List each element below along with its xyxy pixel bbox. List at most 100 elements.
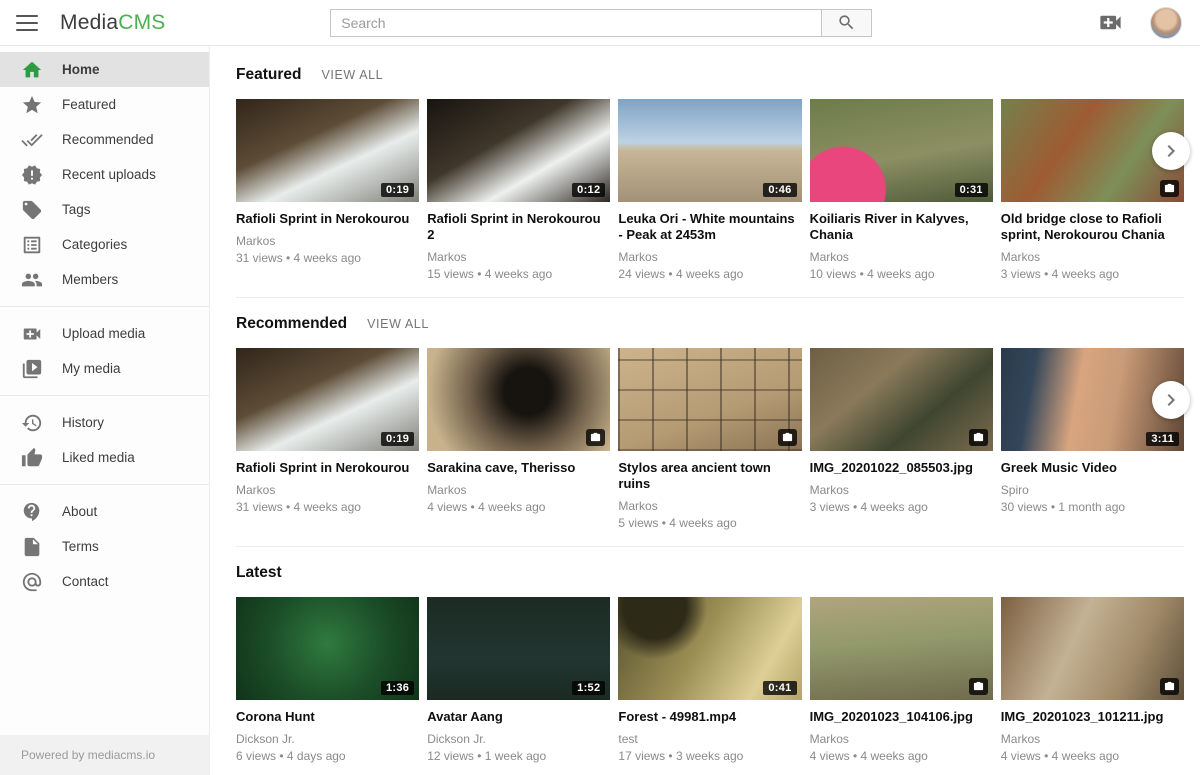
sidebar-item-label: Recent uploads bbox=[62, 167, 156, 182]
media-title[interactable]: Rafioli Sprint in Nerokourou bbox=[236, 460, 419, 476]
media-card[interactable]: 0:12 Rafioli Sprint in Nerokourou 2 Markos… bbox=[427, 99, 610, 281]
media-title[interactable]: Greek Music Video bbox=[1001, 460, 1184, 476]
media-card[interactable]: IMG_20201022_085503.jpgMarkos3 views • 4… bbox=[810, 348, 993, 530]
sidebar-item-label: Contact bbox=[62, 574, 109, 589]
media-author[interactable]: Markos bbox=[810, 250, 993, 264]
media-author[interactable]: Markos bbox=[1001, 250, 1184, 264]
media-meta: 15 views • 4 weeks ago bbox=[427, 267, 610, 281]
media-author[interactable]: Spiro bbox=[1001, 483, 1184, 497]
media-title[interactable]: Rafioli Sprint in Nerokourou 2 bbox=[427, 211, 610, 243]
media-title[interactable]: Koiliaris River in Kalyves, Chania bbox=[810, 211, 993, 243]
media-thumbnail[interactable]: 0:19 bbox=[236, 348, 419, 451]
media-title[interactable]: IMG_20201023_104106.jpg bbox=[810, 709, 993, 725]
star-icon bbox=[21, 94, 43, 116]
sidebar-item-recent-uploads[interactable]: Recent uploads bbox=[0, 157, 209, 192]
media-card[interactable]: 0:41Forest - 49981.mp4test17 views • 3 w… bbox=[618, 597, 801, 763]
sidebar-item-featured[interactable]: Featured bbox=[0, 87, 209, 122]
logo[interactable]: MediaCMS bbox=[60, 11, 165, 35]
sidebar-item-tags[interactable]: Tags bbox=[0, 192, 209, 227]
media-title[interactable]: Rafioli Sprint in Nerokourou bbox=[236, 211, 419, 227]
media-title[interactable]: Sarakina cave, Therisso bbox=[427, 460, 610, 476]
media-author[interactable]: test bbox=[618, 732, 801, 746]
media-meta: 12 views • 1 week ago bbox=[427, 749, 610, 763]
media-thumbnail[interactable]: 0:19 bbox=[236, 99, 419, 202]
media-title[interactable]: Leuka Ori - White mountains - Peak at 24… bbox=[618, 211, 801, 243]
media-thumbnail[interactable]: 0:31 bbox=[810, 99, 993, 202]
media-author[interactable]: Markos bbox=[427, 483, 610, 497]
media-card[interactable]: IMG_20201023_104106.jpg Markos 4 views • 4… bbox=[810, 597, 993, 763]
media-meta: 4 views • 4 weeks ago bbox=[810, 749, 993, 763]
media-thumbnail[interactable]: 0:12 bbox=[427, 99, 610, 202]
sidebar-item-history[interactable]: History bbox=[0, 405, 209, 440]
view-all-link[interactable]: VIEW ALL bbox=[367, 317, 429, 331]
media-thumbnail[interactable] bbox=[1001, 597, 1184, 700]
upload-media-button[interactable] bbox=[1097, 9, 1124, 36]
home-icon bbox=[21, 59, 43, 81]
media-card[interactable]: Sarakina cave, TherissoMarkos4 views • 4… bbox=[427, 348, 610, 530]
media-card[interactable]: 0:31 Koiliaris River in Kalyves, Chania Ma… bbox=[810, 99, 993, 281]
sidebar-item-recommended[interactable]: Recommended bbox=[0, 122, 209, 157]
sidebar-item-contact[interactable]: Contact bbox=[0, 564, 209, 599]
media-thumbnail[interactable] bbox=[810, 348, 993, 451]
media-card[interactable]: Old bridge close to Rafioli sprint, Nero… bbox=[1001, 99, 1184, 281]
sidebar-item-categories[interactable]: Categories bbox=[0, 227, 209, 262]
media-thumbnail[interactable]: 1:36 bbox=[236, 597, 419, 700]
media-author[interactable]: Markos bbox=[618, 499, 801, 513]
photo-camera-icon bbox=[969, 678, 988, 695]
sidebar-item-terms[interactable]: Terms bbox=[0, 529, 209, 564]
view-all-link[interactable]: VIEW ALL bbox=[321, 68, 383, 82]
media-card[interactable]: IMG_20201023_101211.jpgMarkos4 views • 4… bbox=[1001, 597, 1184, 763]
media-title[interactable]: Forest - 49981.mp4 bbox=[618, 709, 801, 725]
media-thumbnail[interactable]: 0:46 bbox=[618, 99, 801, 202]
media-card[interactable]: 0:19Rafioli Sprint in NerokourouMarkos31… bbox=[236, 348, 419, 530]
sidebar-item-home[interactable]: Home bbox=[0, 52, 209, 87]
media-author[interactable]: Markos bbox=[236, 483, 419, 497]
photo-camera-icon bbox=[1160, 678, 1179, 695]
media-card[interactable]: 1:36Corona HuntDickson Jr.6 views • 4 da… bbox=[236, 597, 419, 763]
media-thumbnail[interactable] bbox=[810, 597, 993, 700]
user-avatar[interactable] bbox=[1150, 7, 1182, 39]
carousel-next-button[interactable] bbox=[1152, 132, 1190, 170]
top-header: MediaCMS bbox=[0, 0, 1200, 46]
media-title[interactable]: Corona Hunt bbox=[236, 709, 419, 725]
section-recommended: Recommended VIEW ALL 0:19Rafioli Sprint … bbox=[236, 315, 1184, 547]
media-title[interactable]: IMG_20201022_085503.jpg bbox=[810, 460, 993, 476]
hamburger-menu-button[interactable] bbox=[16, 15, 38, 31]
media-author[interactable]: Markos bbox=[618, 250, 801, 264]
media-title[interactable]: IMG_20201023_101211.jpg bbox=[1001, 709, 1184, 725]
sidebar-item-my-media[interactable]: My media bbox=[0, 351, 209, 386]
duration-badge: 0:19 bbox=[381, 432, 414, 446]
carousel-next-button[interactable] bbox=[1152, 381, 1190, 419]
media-card[interactable]: Stylos area ancient town ruins Markos 5 vi… bbox=[618, 348, 801, 530]
media-author[interactable]: Markos bbox=[427, 250, 610, 264]
media-author[interactable]: Markos bbox=[1001, 732, 1184, 746]
media-thumbnail[interactable] bbox=[618, 348, 801, 451]
search-input[interactable] bbox=[330, 9, 822, 37]
media-thumbnail[interactable] bbox=[427, 348, 610, 451]
media-card[interactable]: 3:11Greek Music VideoSpiro30 views • 1 m… bbox=[1001, 348, 1184, 530]
media-card[interactable]: 1:52 Avatar Aang Dickson Jr. 12 views • 1 w… bbox=[427, 597, 610, 763]
sidebar-item-liked-media[interactable]: Liked media bbox=[0, 440, 209, 475]
sidebar-item-upload-media[interactable]: Upload media bbox=[0, 316, 209, 351]
chevron-right-icon bbox=[1159, 139, 1183, 163]
sidebar-item-about[interactable]: About bbox=[0, 494, 209, 529]
media-card[interactable]: 0:19Rafioli Sprint in NerokourouMarkos31… bbox=[236, 99, 419, 281]
sidebar-item-label: History bbox=[62, 415, 104, 430]
search-button[interactable] bbox=[822, 9, 872, 37]
media-author[interactable]: Markos bbox=[236, 234, 419, 248]
media-title[interactable]: Avatar Aang bbox=[427, 709, 610, 725]
media-title[interactable]: Stylos area ancient town ruins bbox=[618, 460, 801, 492]
media-thumbnail[interactable]: 0:41 bbox=[618, 597, 801, 700]
sidebar-item-members[interactable]: Members bbox=[0, 262, 209, 297]
media-thumbnail[interactable]: 1:52 bbox=[427, 597, 610, 700]
media-author[interactable]: Markos bbox=[810, 483, 993, 497]
media-author[interactable]: Dickson Jr. bbox=[427, 732, 610, 746]
media-author[interactable]: Dickson Jr. bbox=[236, 732, 419, 746]
sidebar-item-label: Terms bbox=[62, 539, 99, 554]
media-card[interactable]: 0:46 Leuka Ori - White mountains - Peak a… bbox=[618, 99, 801, 281]
sidebar-item-label: Categories bbox=[62, 237, 127, 252]
media-meta: 5 views • 4 weeks ago bbox=[618, 516, 801, 530]
chevron-right-icon bbox=[1159, 388, 1183, 412]
media-author[interactable]: Markos bbox=[810, 732, 993, 746]
media-title[interactable]: Old bridge close to Rafioli sprint, Nero… bbox=[1001, 211, 1184, 243]
